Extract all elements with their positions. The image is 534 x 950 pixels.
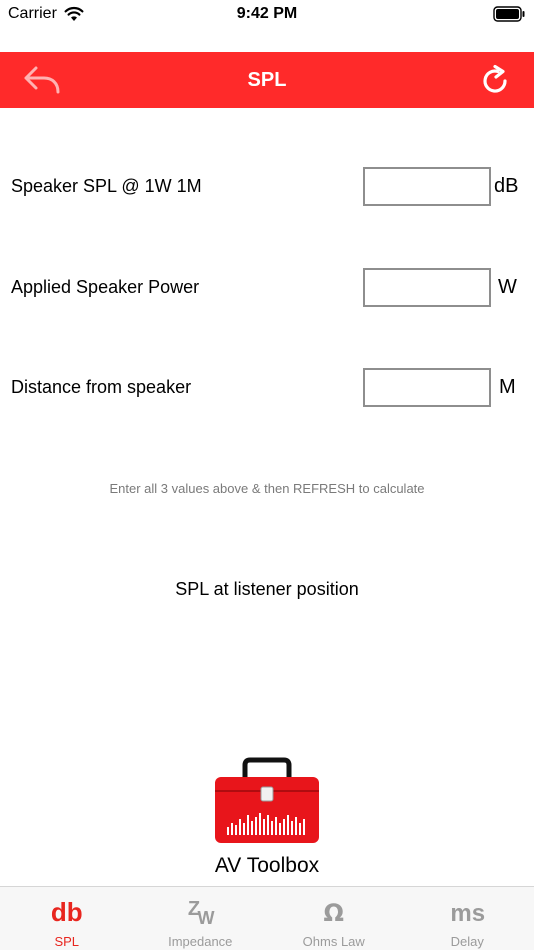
brand-name: AV Toolbox	[214, 854, 320, 877]
nav-bar: SPL	[0, 52, 534, 108]
svg-text:W: W	[197, 908, 214, 925]
speaker-spl-label: Speaker SPL @ 1W 1M	[11, 176, 202, 196]
distance-input[interactable]	[363, 368, 491, 407]
toolbox-icon	[215, 757, 319, 843]
tab-ohms-law-label: Ohms Law	[302, 934, 365, 949]
tab-delay-label: Delay	[450, 934, 484, 949]
db-icon: db	[51, 897, 83, 925]
page-title: SPL	[247, 69, 287, 91]
refresh-icon	[483, 64, 507, 93]
tab-spl[interactable]: db SPL	[0, 887, 134, 950]
battery-icon	[493, 6, 525, 22]
ms-glyph: ms	[450, 900, 485, 925]
status-bar: Carrier 9:42 PM	[0, 0, 534, 28]
instruction-hint: Enter all 3 values above & then REFRESH …	[109, 481, 425, 496]
refresh-button[interactable]	[478, 64, 512, 98]
speaker-spl-input[interactable]	[363, 167, 491, 206]
db-glyph: db	[51, 897, 83, 925]
omega-glyph: Ω	[324, 899, 344, 925]
tab-impedance-label: Impedance	[168, 934, 233, 949]
result-label: SPL at listener position	[175, 579, 359, 599]
clock: 9:42 PM	[236, 5, 298, 22]
tab-bar: db SPL Z W Impedance Ω Ohms Law ms Delay	[0, 886, 534, 950]
speaker-spl-unit: dB	[494, 175, 519, 197]
impedance-icon: Z W	[187, 898, 214, 925]
tab-ohms-law[interactable]: Ω Ohms Law	[267, 887, 401, 950]
field-row-speaker-spl: Speaker SPL @ 1W 1M dB	[0, 167, 534, 207]
field-row-applied-power: Applied Speaker Power W	[0, 268, 534, 308]
tab-impedance[interactable]: Z W Impedance	[134, 887, 268, 950]
ms-icon: ms	[450, 900, 485, 925]
applied-power-label: Applied Speaker Power	[11, 277, 200, 297]
field-row-distance: Distance from speaker M	[0, 368, 534, 408]
omega-icon: Ω	[324, 899, 344, 925]
distance-unit: M	[499, 376, 516, 398]
applied-power-unit: W	[498, 276, 517, 298]
tab-spl-label: SPL	[54, 934, 80, 949]
tab-delay[interactable]: ms Delay	[401, 887, 534, 950]
distance-label: Distance from speaker	[11, 377, 192, 397]
applied-power-input[interactable]	[363, 268, 491, 307]
